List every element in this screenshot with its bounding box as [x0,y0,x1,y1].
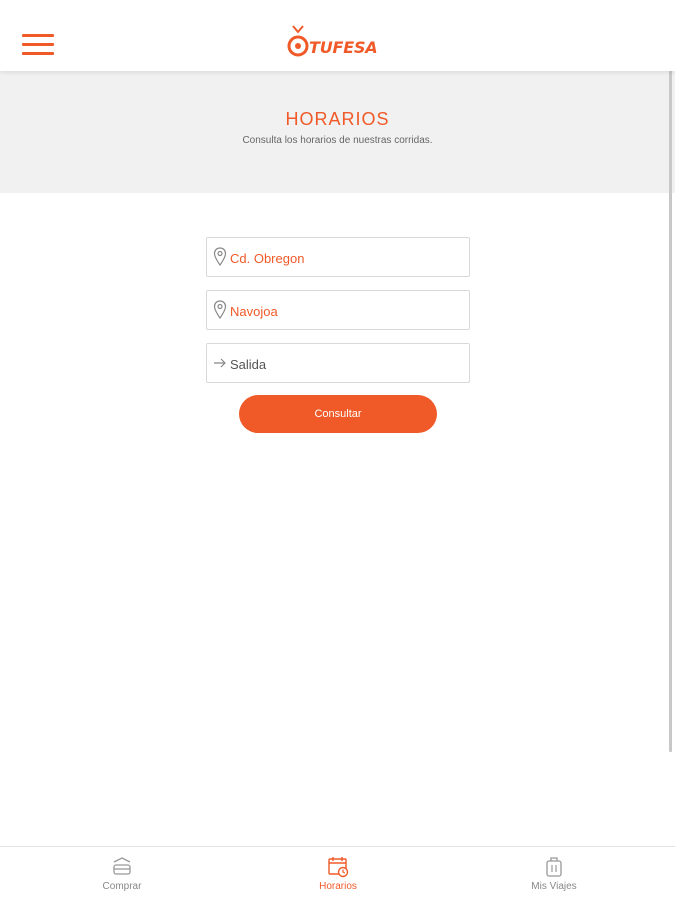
page-title: HORARIOS [285,109,390,129]
destination-field[interactable]: Navojoa [206,290,470,330]
calendar-clock-icon [328,857,349,878]
departure-field[interactable]: Salida [206,343,470,383]
page-header-band: HORARIOS Consulta los horarios de nuestr… [0,71,675,193]
brand-wordmark: TUFESA [309,38,378,57]
nav-label-horarios: Horarios [319,881,357,892]
origin-field[interactable]: Cd. Obregon [206,237,470,277]
scrollbar[interactable] [669,0,672,752]
bus-ticket-icon [113,857,131,875]
location-pin-icon [213,247,227,267]
nav-label-comprar: Comprar [102,881,142,892]
location-pin-icon [213,300,227,320]
logo-mark-icon [287,25,309,57]
consultar-button[interactable]: Consultar [239,395,437,433]
luggage-icon [546,857,562,877]
nav-item-mis-viajes[interactable]: Mis Viajes [494,847,614,901]
hamburger-menu-icon[interactable] [22,34,54,56]
departure-placeholder: Salida [230,357,267,372]
nav-label-mis-viajes: Mis Viajes [531,881,577,892]
tufesa-logo: TUFESA [287,24,389,60]
nav-item-comprar[interactable]: Comprar [62,847,182,901]
page-subtitle: Consulta los horarios de nuestras corrid… [242,135,433,146]
bottom-navigation: Comprar Horarios Mis Viajes [0,846,675,901]
origin-value: Cd. Obregon [230,251,305,266]
nav-item-horarios[interactable]: Horarios [278,847,398,901]
top-app-bar: TUFESA [0,0,675,71]
arrow-right-icon [214,358,226,368]
destination-value: Navojoa [230,304,278,319]
